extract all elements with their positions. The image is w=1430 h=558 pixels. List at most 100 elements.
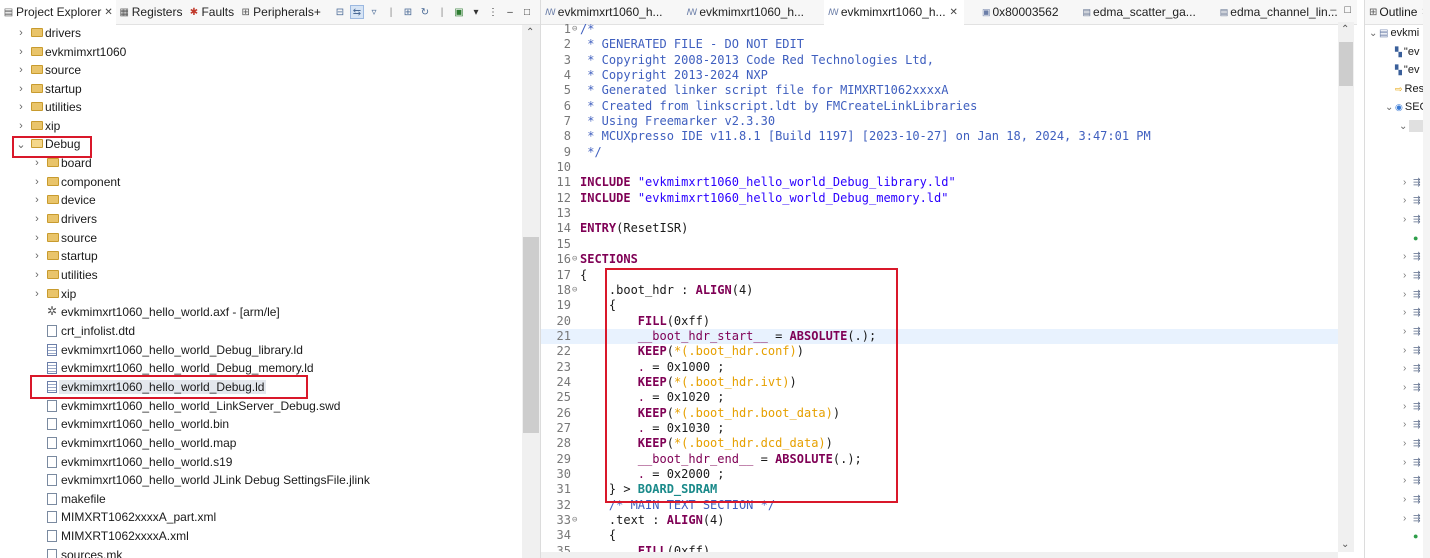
- code-line[interactable]: 8 * MCUXpresso IDE v11.8.1 [Build 1197] …: [541, 129, 1338, 144]
- outline-tab-label[interactable]: Outline: [1379, 5, 1417, 19]
- view-menu-icon[interactable]: ⋮: [486, 5, 500, 19]
- editor-tab[interactable]: ▤ edma_channel_lin...: [1216, 0, 1344, 25]
- scroll-down-icon[interactable]: ⌄: [1341, 539, 1349, 550]
- refresh-icon[interactable]: ↻: [418, 5, 432, 19]
- outline-item[interactable]: › ⇶: [1403, 415, 1421, 433]
- outline-item[interactable]: › ⇶: [1403, 397, 1421, 415]
- chevron-right-icon[interactable]: ›: [32, 176, 42, 188]
- chevron-right-icon[interactable]: ›: [1403, 289, 1413, 300]
- chevron-right-icon[interactable]: ›: [1403, 382, 1413, 393]
- outline-item[interactable]: › ⇶: [1403, 266, 1421, 284]
- tree-item[interactable]: › drivers: [0, 210, 522, 229]
- close-icon[interactable]: ✕: [950, 7, 958, 18]
- code-line[interactable]: 16 ⊖ SECTIONS: [541, 252, 1338, 267]
- tree-item[interactable]: › utilities: [0, 98, 522, 117]
- chevron-right-icon[interactable]: ›: [1403, 177, 1413, 188]
- chevron-down-icon[interactable]: ⌄: [1385, 102, 1395, 113]
- outline-item[interactable]: › ⇶: [1403, 471, 1421, 489]
- outline-item[interactable]: › ⇶: [1403, 490, 1421, 508]
- tree-item[interactable]: › board: [0, 154, 522, 173]
- editor-scrollbar-thumb[interactable]: [1339, 42, 1353, 86]
- chevron-right-icon[interactable]: ›: [1403, 307, 1413, 318]
- editor-tab[interactable]: ꟿ evkmimxrt1060_h... ✕: [824, 0, 964, 25]
- outline-scrollbar[interactable]: [1423, 0, 1430, 558]
- tree-item[interactable]: evkmimxrt1060_hello_world_LinkServer_Deb…: [0, 397, 522, 416]
- code-line[interactable]: 29 __boot_hdr_end__ = ABSOLUTE(.);: [541, 452, 1338, 467]
- code-line[interactable]: 5 * Generated linker script file for MIM…: [541, 83, 1338, 98]
- chevron-right-icon[interactable]: ›: [1403, 363, 1413, 374]
- chevron-right-icon[interactable]: ›: [1403, 270, 1413, 281]
- code-line[interactable]: 22 KEEP(*(.boot_hdr.conf)): [541, 344, 1338, 359]
- editor-tab[interactable]: ▤ edma_scatter_ga...: [1079, 0, 1202, 25]
- fold-icon[interactable]: ⊖: [572, 252, 580, 267]
- chevron-right-icon[interactable]: ›: [1403, 419, 1413, 430]
- chevron-right-icon[interactable]: ›: [1403, 513, 1413, 524]
- tree-item[interactable]: crt_infolist.dtd: [0, 322, 522, 341]
- chevron-down-icon[interactable]: ⌄: [16, 138, 26, 151]
- outline-item[interactable]: › ⇶: [1403, 210, 1421, 228]
- code-line[interactable]: 10: [541, 160, 1338, 175]
- code-line[interactable]: 9 */: [541, 145, 1338, 160]
- tree-item[interactable]: ✲ evkmimxrt1060_hello_world.axf - [arm/le…: [0, 303, 522, 322]
- tree-item[interactable]: MIMXRT1062xxxxA_part.xml: [0, 508, 522, 527]
- outline-item[interactable]: ▚ "ev: [1395, 43, 1419, 61]
- tree-item[interactable]: › startup: [0, 247, 522, 266]
- chevron-right-icon[interactable]: ›: [1403, 475, 1413, 486]
- outline-item[interactable]: › ⇶: [1403, 378, 1421, 396]
- code-area[interactable]: 1 ⊖/* 2 * GENERATED FILE - DO NOT EDIT 3 * …: [541, 22, 1338, 552]
- code-line[interactable]: 6 * Created from linkscript.ldt by FMCre…: [541, 99, 1338, 114]
- tree-item[interactable]: MIMXRT1062xxxxA.xml: [0, 527, 522, 546]
- tree-item[interactable]: evkmimxrt1060_hello_world_Debug_memory.l…: [0, 359, 522, 378]
- editor-hscrollbar[interactable]: [541, 552, 1338, 558]
- close-icon[interactable]: ✕: [104, 7, 112, 18]
- scroll-up-icon[interactable]: ⌃: [1341, 24, 1349, 35]
- maximize-icon[interactable]: □: [1344, 4, 1351, 16]
- tree-item[interactable]: › drivers: [0, 24, 522, 43]
- code-line[interactable]: 23 . = 0x1000 ;: [541, 360, 1338, 375]
- editor-tab[interactable]: ▣ 0x80003562: [978, 0, 1065, 25]
- fold-icon[interactable]: ⊖: [572, 283, 580, 298]
- tree-item[interactable]: › utilities: [0, 266, 522, 285]
- code-line[interactable]: 2 * GENERATED FILE - DO NOT EDIT: [541, 37, 1338, 52]
- filter-icon[interactable]: ▿: [367, 5, 381, 19]
- chevron-right-icon[interactable]: ›: [1403, 214, 1413, 225]
- tree-item[interactable]: › evkmimxrt1060: [0, 43, 522, 62]
- tree-item[interactable]: › xip: [0, 285, 522, 304]
- tree-item[interactable]: evkmimxrt1060_hello_world_Debug.ld: [0, 378, 522, 397]
- chevron-right-icon[interactable]: ›: [1403, 326, 1413, 337]
- outline-item[interactable]: › ⇶: [1403, 341, 1421, 359]
- chevron-right-icon[interactable]: ›: [32, 288, 42, 300]
- outline-item[interactable]: › ⇶: [1403, 191, 1421, 209]
- code-line[interactable]: 20 FILL(0xff): [541, 314, 1338, 329]
- chevron-right-icon[interactable]: ›: [32, 213, 42, 225]
- code-line[interactable]: 35 FILL(0xff): [541, 544, 1338, 552]
- tab-project-explorer[interactable]: ▤ Project Explorer ✕: [0, 0, 116, 25]
- tab-faults[interactable]: ✱ Faults: [185, 0, 237, 25]
- outline-item[interactable]: › ⇶: [1403, 173, 1421, 191]
- editor-scrollbar[interactable]: ⌃ ⌄: [1338, 22, 1354, 552]
- tree-item[interactable]: sources.mk: [0, 546, 522, 558]
- code-line[interactable]: 30 . = 0x2000 ;: [541, 467, 1338, 482]
- grid-icon[interactable]: ⊞: [401, 5, 415, 19]
- tree-item[interactable]: evkmimxrt1060_hello_world.bin: [0, 415, 522, 434]
- chevron-right-icon[interactable]: ›: [1403, 251, 1413, 262]
- chevron-down-icon[interactable]: ⌄: [1369, 28, 1379, 39]
- chevron-right-icon[interactable]: ›: [1403, 438, 1413, 449]
- outline-item[interactable]: ●: [1403, 527, 1418, 545]
- scroll-up-icon[interactable]: ⌃: [526, 27, 534, 38]
- code-line[interactable]: 11 INCLUDE "evkmimxrt1060_hello_world_Deb…: [541, 175, 1338, 190]
- chevron-right-icon[interactable]: ›: [1403, 457, 1413, 468]
- code-line[interactable]: 15: [541, 237, 1338, 252]
- tab-peripherals[interactable]: ⊞ Peripherals+: [237, 0, 324, 25]
- editor-tab[interactable]: ꟿ evkmimxrt1060_h...: [683, 0, 811, 25]
- minimize-icon[interactable]: –: [1330, 4, 1336, 16]
- outline-item[interactable]: › ⇶: [1403, 509, 1421, 527]
- outline-item[interactable]: ▚ "ev: [1395, 61, 1419, 79]
- chevron-right-icon[interactable]: ›: [16, 83, 26, 95]
- code-line[interactable]: 18 ⊖ .boot_hdr : ALIGN(4): [541, 283, 1338, 298]
- code-line[interactable]: 7 * Using Freemarker v2.3.30: [541, 114, 1338, 129]
- tree-item[interactable]: evkmimxrt1060_hello_world_Debug_library.…: [0, 341, 522, 360]
- chevron-right-icon[interactable]: ›: [16, 120, 26, 132]
- outline-item[interactable]: › ⇶: [1403, 285, 1421, 303]
- tree-item[interactable]: › source: [0, 229, 522, 248]
